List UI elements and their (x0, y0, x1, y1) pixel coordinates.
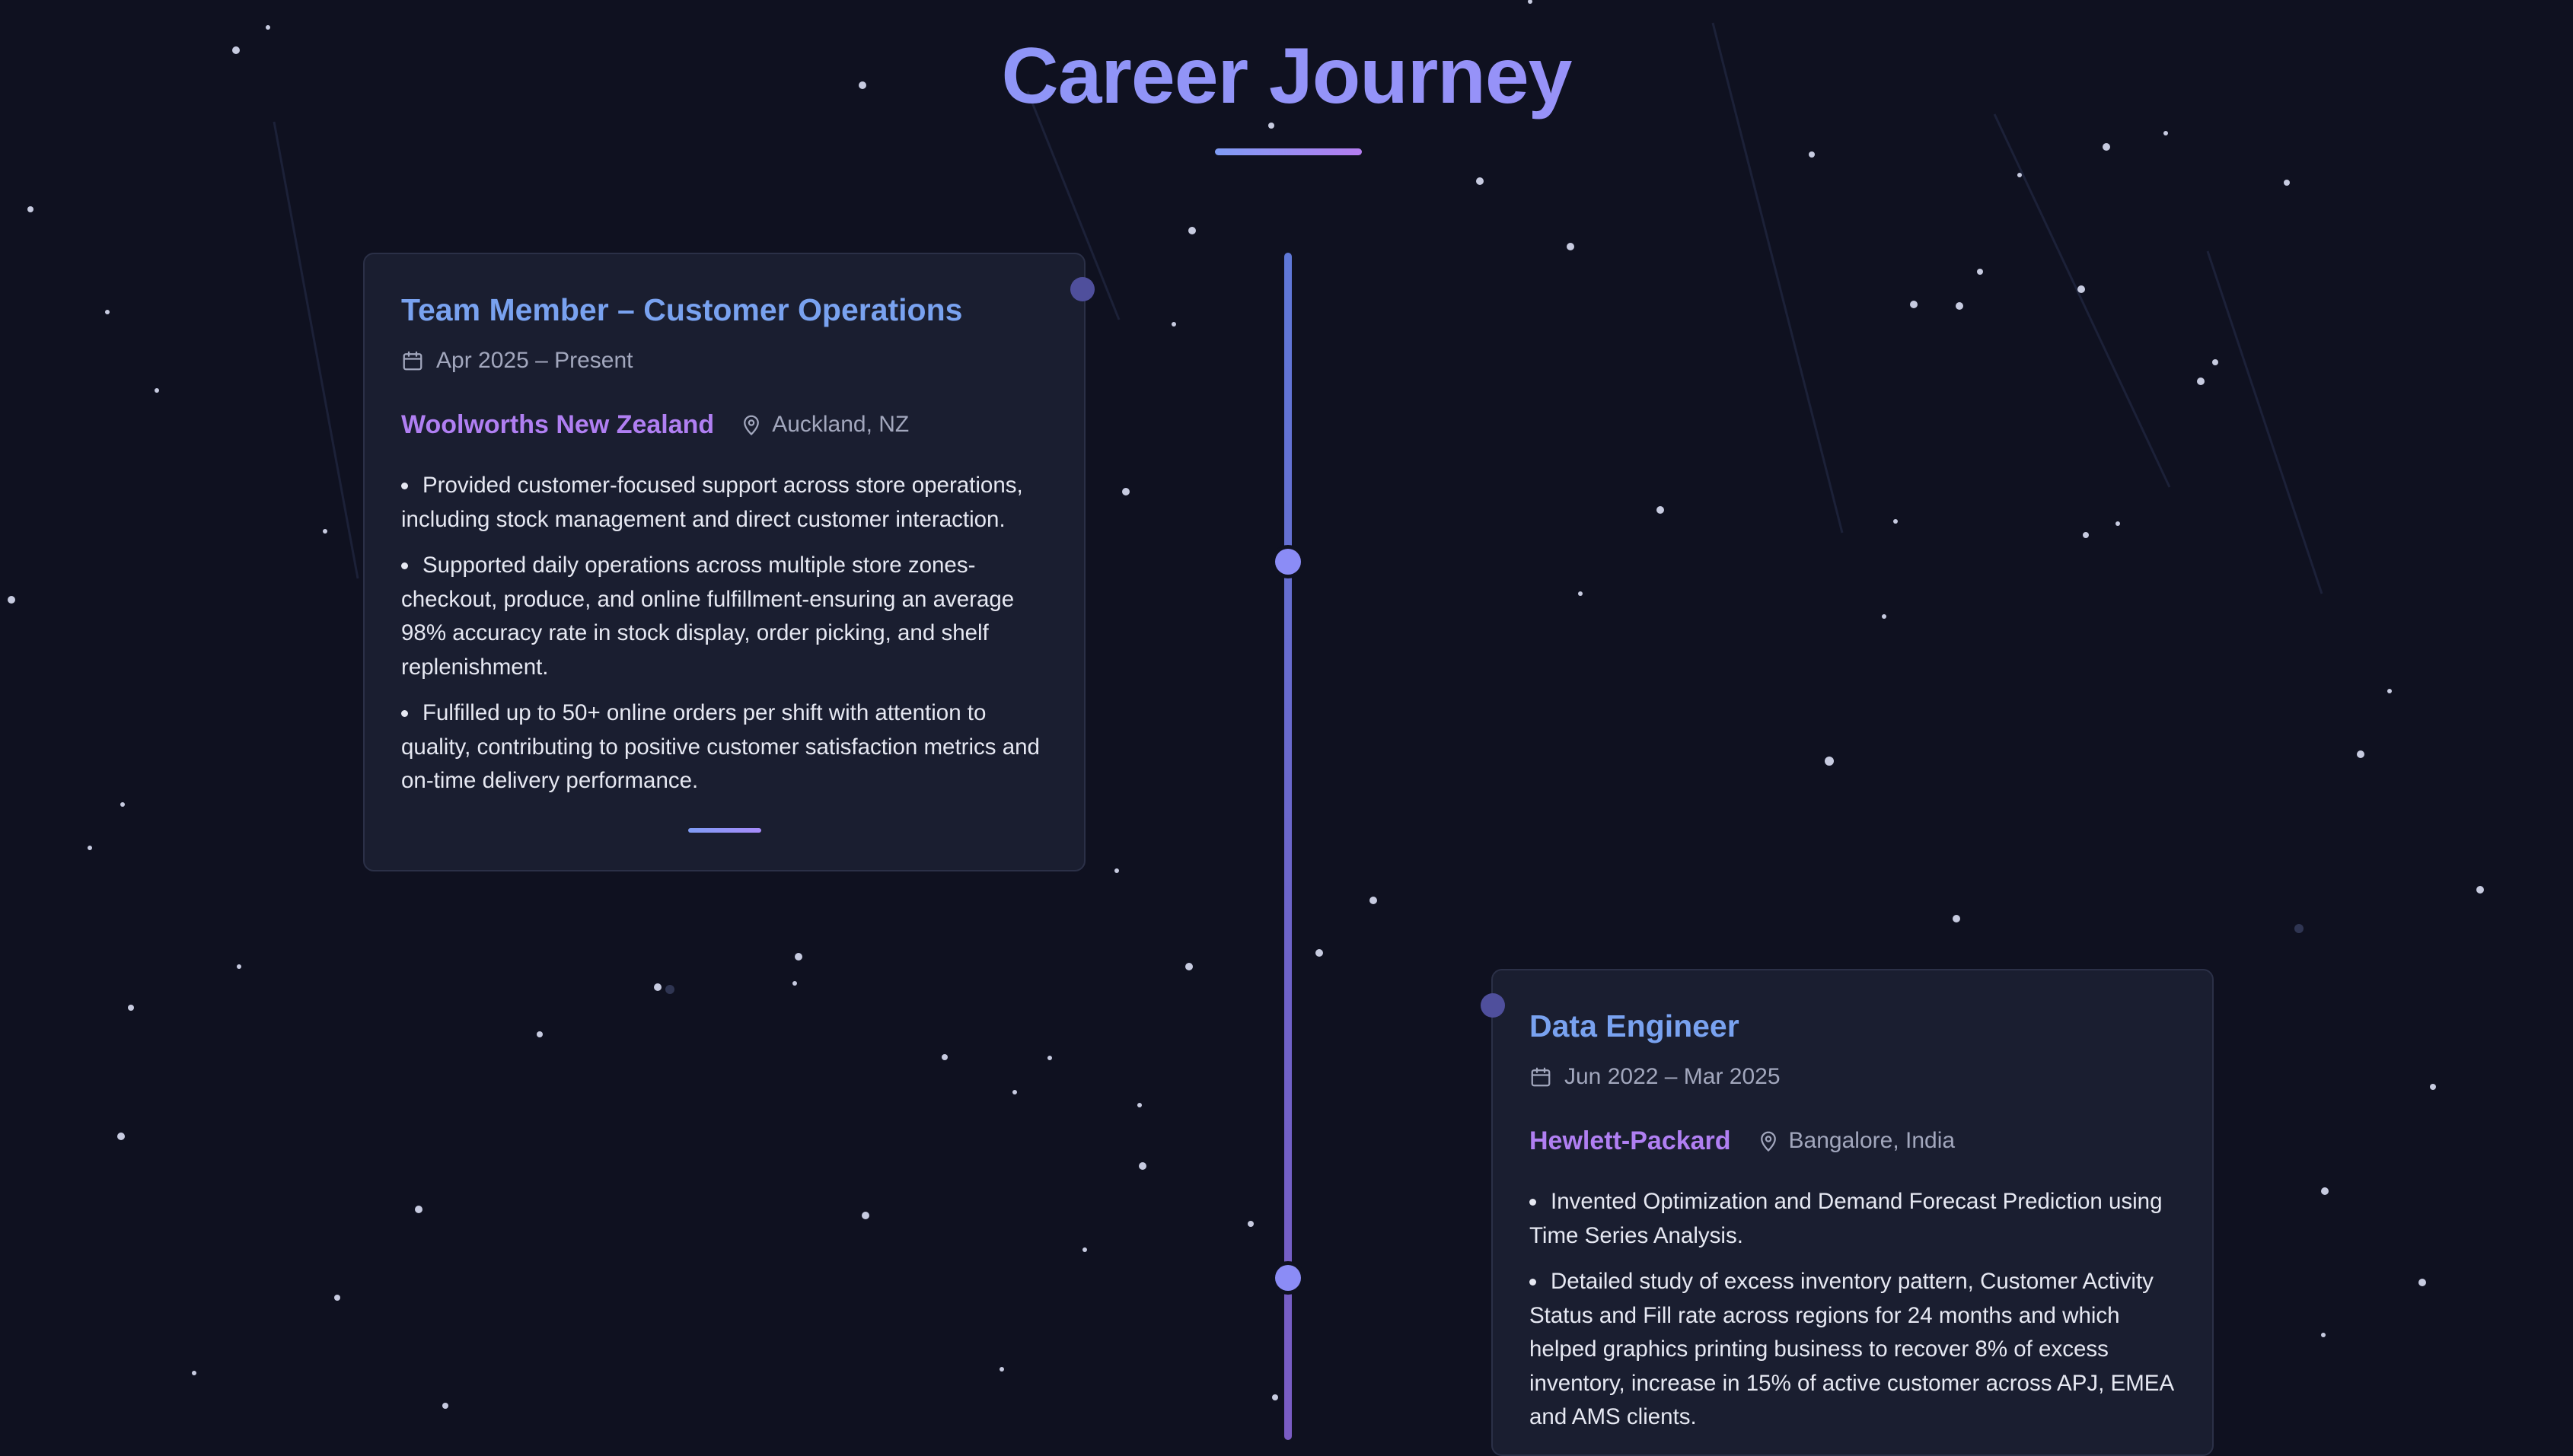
timeline-dot (1275, 1265, 1301, 1291)
location-text: Auckland, NZ (772, 412, 910, 437)
experience-card: Data Engineer Jun 2022 – Mar 2025 Hewlet… (1481, 969, 2214, 1456)
duty-item: Invented Optimization and Demand Forecas… (1529, 1185, 2176, 1253)
location: Bangalore, India (1757, 1126, 1956, 1156)
date-range-text: Apr 2025 – Present (436, 348, 633, 373)
location-text: Bangalore, India (1788, 1128, 1956, 1153)
calendar-icon (403, 351, 422, 371)
card-connector-dot (1070, 277, 1095, 301)
title-underline (1215, 148, 1362, 155)
map-pin-icon (1760, 1131, 1776, 1152)
duty-item: Provided customer-focused support across… (401, 469, 1047, 537)
duties-list: Invented Optimization and Demand Forecas… (1529, 1185, 2176, 1435)
company-name: Hewlett-Packard (1529, 1126, 1731, 1155)
experience-card: Team Member – Customer Operations Apr 20… (363, 253, 1095, 871)
duty-item: Supported daily operations across multip… (401, 549, 1047, 684)
location: Auckland, NZ (740, 409, 909, 440)
timeline-dot (1275, 549, 1301, 575)
date-range-text: Jun 2022 – Mar 2025 (1564, 1064, 1781, 1089)
map-pin-icon (744, 415, 760, 436)
duties-list: Provided customer-focused support across… (401, 469, 1047, 798)
date-range: Apr 2025 – Present (401, 347, 1047, 374)
date-range: Jun 2022 – Mar 2025 (1529, 1063, 2176, 1091)
duty-item: Detailed study of excess inventory patte… (1529, 1265, 2176, 1435)
duty-item: Fulfilled up to 50+ online orders per sh… (401, 696, 1047, 798)
card-accent-bar (688, 828, 761, 833)
job-title: Team Member – Customer Operations (401, 292, 963, 327)
page-title: Career Journey (0, 29, 2573, 123)
calendar-icon (1531, 1067, 1551, 1087)
company-name: Woolworths New Zealand (401, 410, 715, 439)
job-title: Data Engineer (1529, 1008, 1739, 1043)
company-row: Hewlett-Packard Bangalore, India (1529, 1126, 2176, 1156)
company-row: Woolworths New Zealand Auckland, NZ (401, 409, 1047, 440)
timeline-line (1284, 253, 1292, 1440)
card-connector-dot (1481, 993, 1505, 1018)
